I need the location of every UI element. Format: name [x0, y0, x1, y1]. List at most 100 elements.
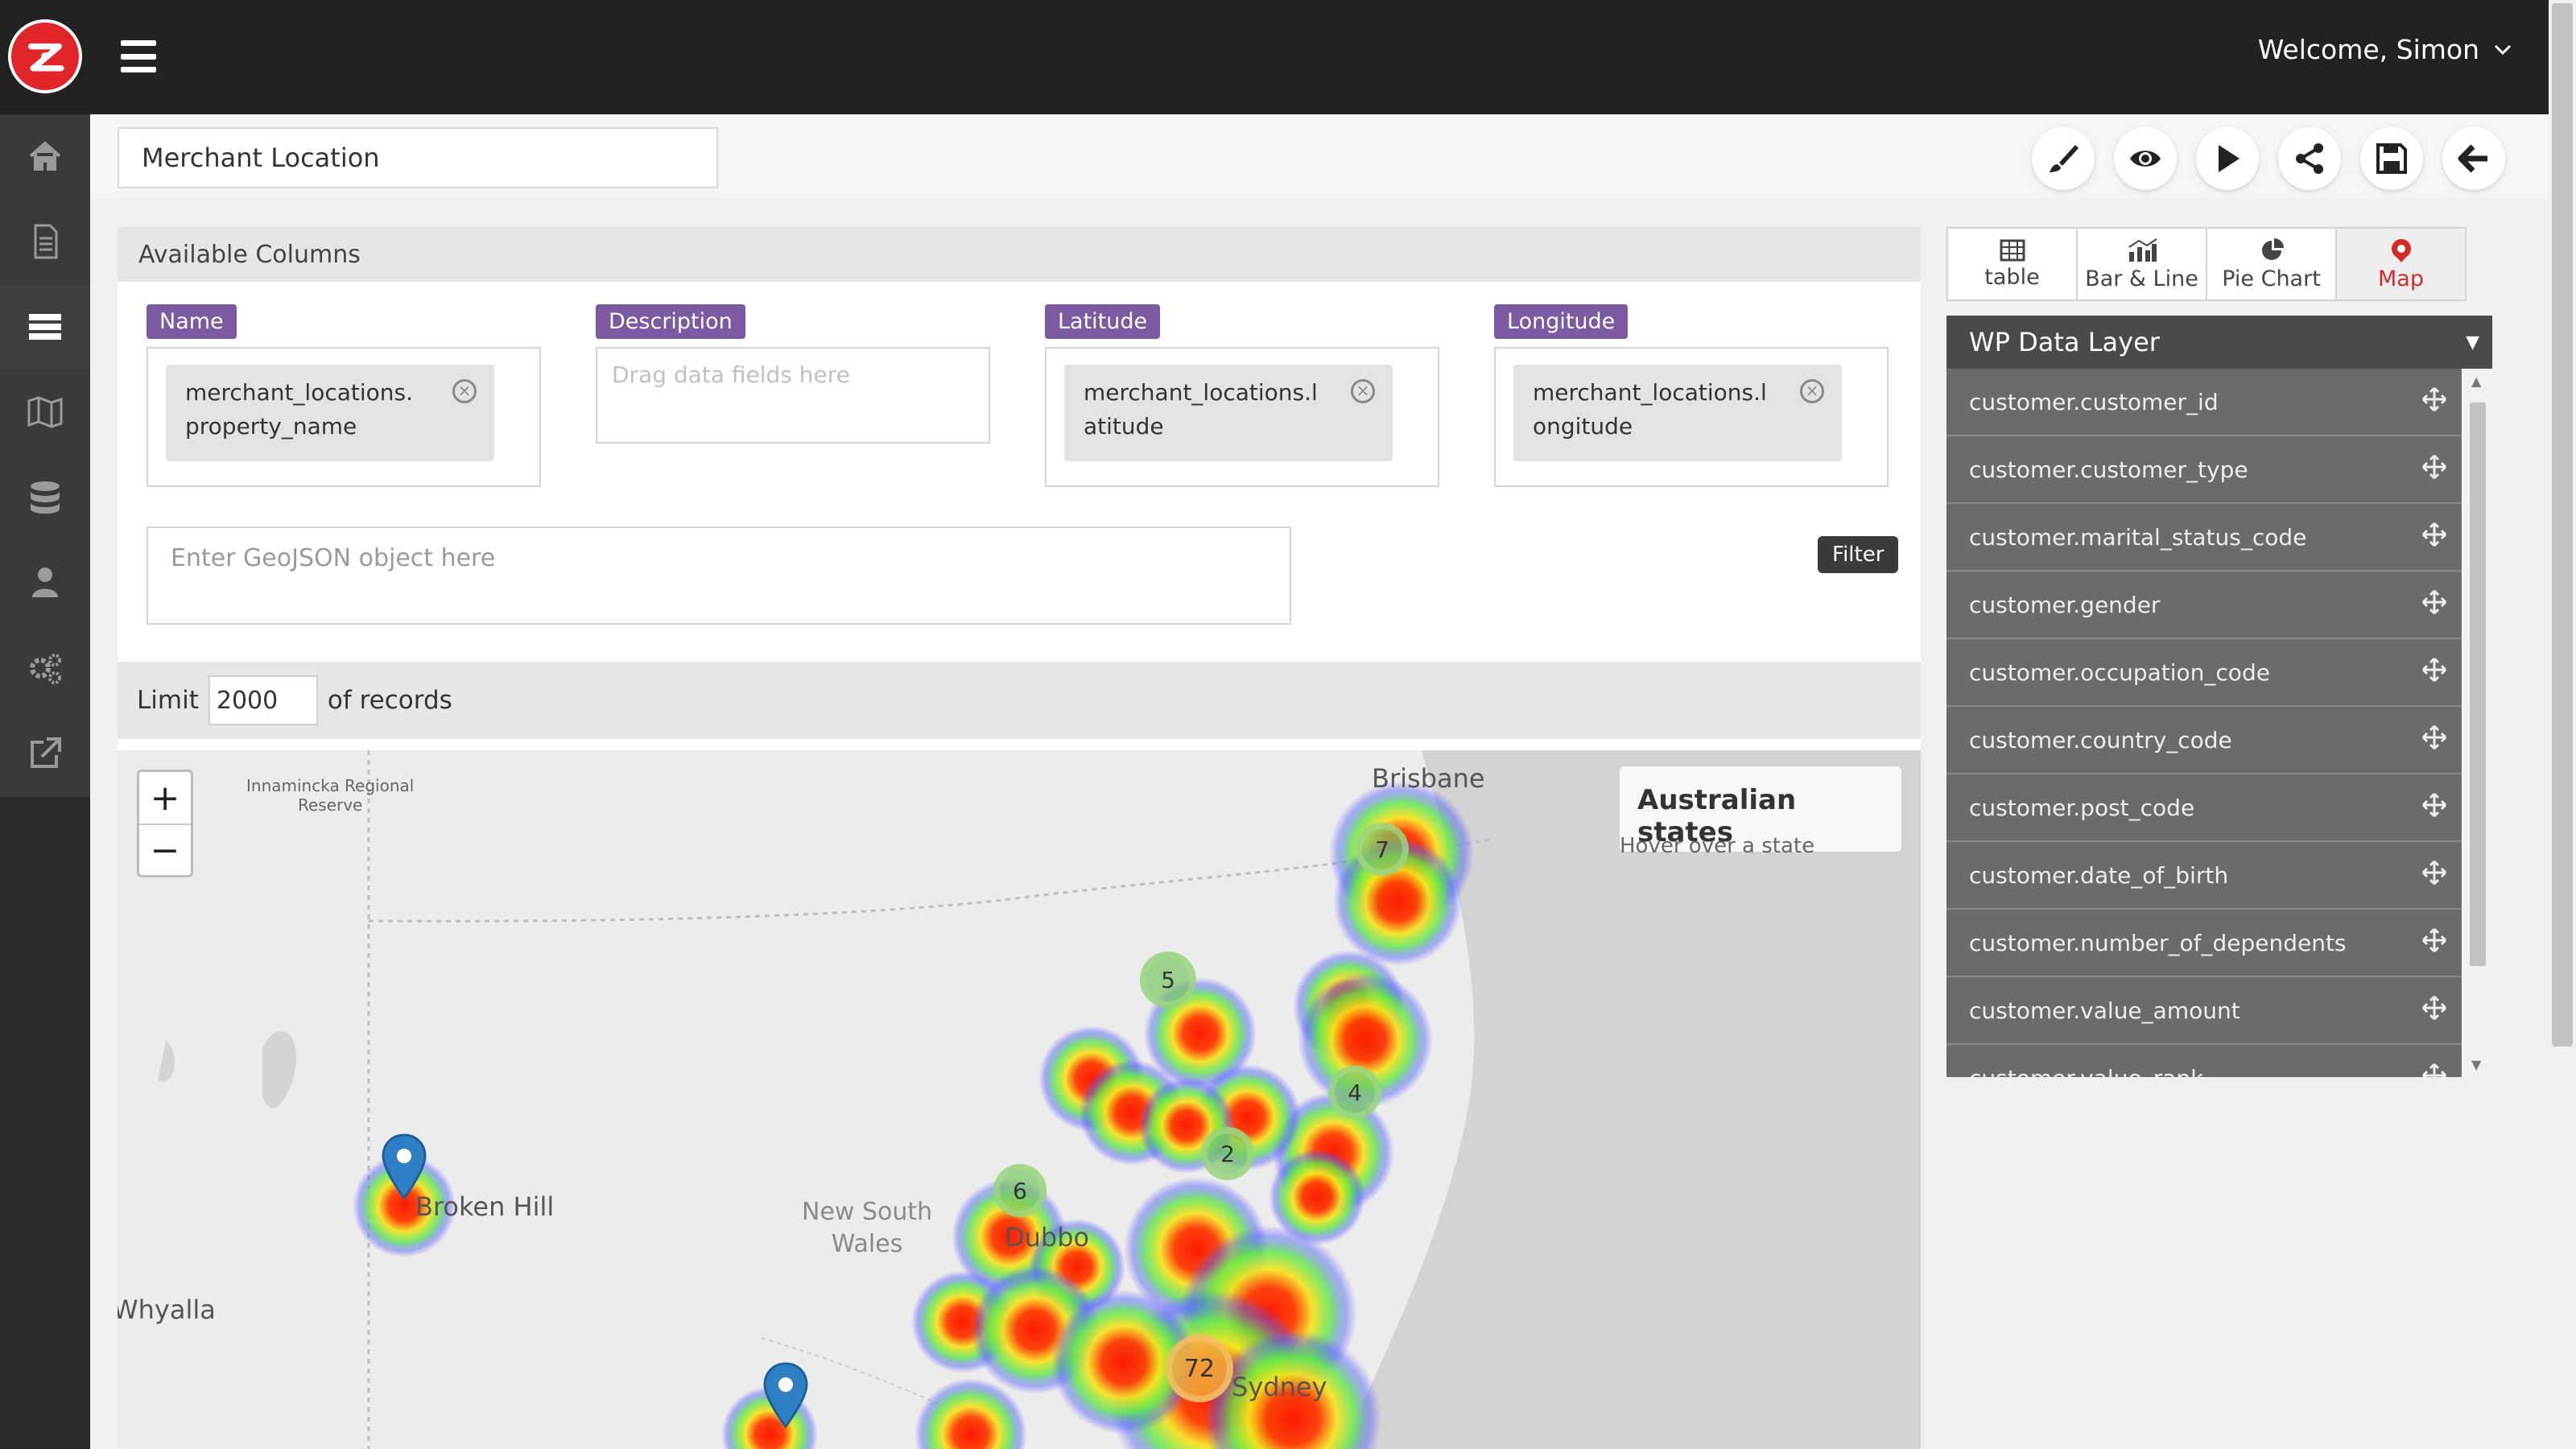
place-label-nsw-2: Wales	[831, 1230, 903, 1258]
cluster-marker[interactable]: 7	[1356, 823, 1409, 876]
page-scroll-thumb[interactable]	[2552, 3, 2573, 1046]
cluster-marker[interactable]: 6	[993, 1164, 1046, 1217]
visualization-tabs: table Bar & Line Pie Chart Map	[1946, 227, 2467, 301]
chevron-down-icon	[2494, 44, 2512, 55]
document-icon	[34, 224, 58, 259]
sidebar-item-external[interactable]	[0, 712, 90, 797]
list-item-label: customer.number_of_dependents	[1969, 929, 2347, 956]
list-item-label: customer.date_of_birth	[1969, 861, 2229, 889]
list-item-label: customer.country_code	[1969, 726, 2232, 753]
sidebar-item-data[interactable]	[0, 285, 90, 370]
move-icon	[2421, 657, 2447, 683]
data-layer-list: customer.customer_id customer.customer_t…	[1946, 369, 2492, 1077]
place-label-sydney: Sydney	[1232, 1372, 1327, 1402]
geojson-input[interactable]: Enter GeoJSON object here	[147, 526, 1291, 625]
data-layer-scrollbar[interactable]: ▲ ▼	[2463, 369, 2492, 1077]
report-header: Merchant Location	[90, 114, 2552, 198]
list-item[interactable]: customer.customer_id	[1946, 369, 2462, 436]
sidebar-item-settings[interactable]	[0, 626, 90, 712]
user-icon	[32, 568, 58, 597]
remove-name-field-icon[interactable]: ×	[452, 379, 477, 403]
preview-button[interactable]	[2114, 127, 2177, 190]
sidebar-item-users[interactable]	[0, 541, 90, 626]
available-columns-header: Available Columns	[118, 227, 1921, 282]
report-title-input[interactable]: Merchant Location	[118, 127, 718, 188]
latitude-column-group: Latitude merchant_locations.l atitude ×	[1045, 304, 1439, 487]
arrow-left-icon	[2458, 144, 2487, 173]
sidebar-item-maps[interactable]	[0, 370, 90, 456]
cluster-marker[interactable]: 4	[1328, 1066, 1381, 1119]
save-button[interactable]	[2360, 127, 2423, 190]
latitude-tag: Latitude	[1045, 304, 1161, 339]
longitude-tag: Longitude	[1494, 304, 1629, 339]
tab-map[interactable]: Map	[2337, 229, 2465, 299]
name-tag: Name	[147, 304, 237, 339]
page-scrollbar[interactable]	[2549, 0, 2576, 1449]
name-drop-zone[interactable]: merchant_locations. property_name ×	[147, 347, 541, 487]
tab-bar-line[interactable]: Bar & Line	[2078, 229, 2207, 299]
share-button[interactable]	[2278, 127, 2341, 190]
welcome-text: Welcome, Simon	[2257, 34, 2479, 65]
list-item[interactable]: customer.value_amount	[1946, 977, 2462, 1045]
list-item[interactable]: customer.number_of_dependents	[1946, 910, 2462, 977]
map-pin-icon[interactable]	[762, 1362, 810, 1430]
longitude-column-group: Longitude merchant_locations.l ongitude …	[1494, 304, 1889, 487]
map-info-subtitle: Hover over a state	[1620, 834, 1815, 858]
zoom-out-button[interactable]: −	[139, 824, 191, 875]
longitude-drop-zone[interactable]: merchant_locations.l ongitude ×	[1494, 347, 1889, 487]
list-item[interactable]: customer.marital_status_code	[1946, 504, 2462, 572]
limit-input[interactable]: 2000	[208, 675, 318, 725]
list-item[interactable]: customer.gender	[1946, 572, 2462, 639]
list-item[interactable]: customer.customer_type	[1946, 436, 2462, 504]
longitude-field-chip[interactable]: merchant_locations.l ongitude ×	[1513, 365, 1842, 461]
place-label-nsw: New South Wales	[802, 1196, 932, 1261]
back-button[interactable]	[2442, 127, 2505, 190]
sidebar-item-reports[interactable]	[0, 200, 90, 285]
remove-latitude-field-icon[interactable]: ×	[1351, 379, 1375, 403]
run-button[interactable]	[2196, 127, 2259, 190]
tab-table-label: table	[1984, 264, 2040, 290]
map-pin-icon[interactable]	[380, 1133, 428, 1201]
place-label-brisbane: Brisbane	[1372, 763, 1485, 794]
list-item[interactable]: customer.country_code	[1946, 707, 2462, 774]
zoom-in-button[interactable]: +	[139, 772, 191, 824]
latitude-drop-zone[interactable]: merchant_locations.l atitude ×	[1045, 347, 1439, 487]
list-item[interactable]: customer.value_rank	[1946, 1045, 2462, 1077]
place-label-innamincka: Innamincka Regional Reserve	[246, 776, 414, 815]
eye-icon	[2130, 151, 2161, 167]
scroll-up-icon[interactable]: ▲	[2471, 374, 2481, 389]
move-icon	[2421, 724, 2447, 750]
tab-pie-chart[interactable]: Pie Chart	[2207, 229, 2337, 299]
style-button[interactable]	[2032, 127, 2095, 190]
cluster-marker[interactable]: 2	[1201, 1127, 1254, 1180]
sidebar-item-database[interactable]	[0, 456, 90, 541]
description-drop-zone[interactable]: Drag data fields here	[596, 347, 990, 444]
data-layer-scroll-thumb[interactable]	[2470, 402, 2486, 966]
tab-table[interactable]: table	[1948, 229, 2078, 299]
data-layer-dropdown[interactable]: WP Data Layer ▼	[1946, 316, 2492, 369]
list-item-label: customer.value_amount	[1969, 997, 2240, 1024]
sidebar-item-home[interactable]	[0, 114, 90, 200]
move-icon	[2421, 995, 2447, 1021]
top-bar: Welcome, Simon	[0, 0, 2576, 114]
latitude-field-chip[interactable]: merchant_locations.l atitude ×	[1064, 365, 1393, 461]
scroll-down-icon[interactable]: ▼	[2471, 1057, 2481, 1072]
list-item[interactable]: customer.date_of_birth	[1946, 842, 2462, 910]
app-logo[interactable]	[8, 19, 82, 93]
name-field-chip[interactable]: merchant_locations. property_name ×	[166, 365, 494, 461]
tab-map-label: Map	[2378, 266, 2424, 291]
place-label-whyalla: Whyalla	[118, 1294, 216, 1325]
external-link-icon	[31, 737, 61, 768]
move-icon	[2421, 1063, 2447, 1077]
gears-icon	[30, 654, 61, 684]
user-menu[interactable]: Welcome, Simon	[2258, 34, 2512, 65]
menu-toggle-button[interactable]	[121, 40, 156, 72]
filter-button[interactable]: Filter	[1818, 536, 1899, 573]
tab-bar-line-label: Bar & Line	[2085, 266, 2198, 291]
cluster-marker[interactable]: 5	[1140, 952, 1196, 1008]
remove-longitude-field-icon[interactable]: ×	[1800, 379, 1824, 403]
cluster-marker[interactable]: 72	[1166, 1335, 1233, 1402]
list-item[interactable]: customer.occupation_code	[1946, 639, 2462, 707]
map-view[interactable]: Innamincka Regional Reserve Brisbane Bro…	[118, 750, 1921, 1449]
list-item[interactable]: customer.post_code	[1946, 774, 2462, 842]
